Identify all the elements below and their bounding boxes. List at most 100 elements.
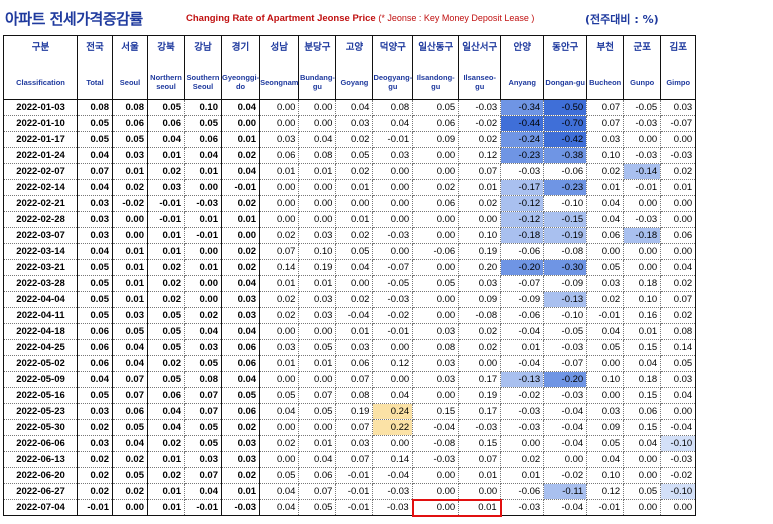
rate-cell: -0.04 xyxy=(543,435,588,452)
rate-cell: 0.02 xyxy=(458,339,502,356)
rate-cell: 0.09 xyxy=(458,291,502,308)
rate-cell: 0.15 xyxy=(412,403,460,420)
rate-cell: 0.03 xyxy=(372,147,414,164)
rate-cell: 0.05 xyxy=(112,419,148,436)
table-row: 2022-03-07 0.03 0.00 0.01 -0.01 0.00 0.02 0.03 0… xyxy=(3,227,697,244)
rate-cell: 0.01 xyxy=(112,243,148,260)
rate-cell: 0.00 xyxy=(298,371,337,388)
rate-cell: -0.01 xyxy=(147,211,185,228)
rate-cell: 0.02 xyxy=(147,291,185,308)
rate-cell: 0.05 xyxy=(298,403,337,420)
rate-cell: 0.05 xyxy=(660,355,697,372)
rate-cell: 0.03 xyxy=(458,275,502,292)
rate-cell: 0.06 xyxy=(220,339,261,356)
rate-cell: 0.00 xyxy=(112,499,148,516)
rate-cell: 0.00 xyxy=(259,419,300,436)
rate-cell: 0.06 xyxy=(335,355,374,372)
row-date: 2022-05-02 xyxy=(3,355,78,372)
rate-cell: 0.02 xyxy=(220,467,261,484)
rate-cell: -0.01 xyxy=(623,179,662,196)
rate-cell: 0.01 xyxy=(259,355,300,372)
rate-cell: 0.03 xyxy=(335,115,374,132)
rate-cell: -0.20 xyxy=(500,259,545,276)
rate-cell: 0.03 xyxy=(660,99,697,116)
table-row: 2022-04-18 0.06 0.05 0.05 0.04 0.04 0.00 0.00 0.… xyxy=(3,323,697,340)
rate-cell: 0.01 xyxy=(298,163,337,180)
rate-cell: 0.00 xyxy=(660,403,697,420)
rate-cell: -0.03 xyxy=(500,163,545,180)
rate-cell: 0.07 xyxy=(112,371,148,388)
rate-cell: 0.04 xyxy=(586,451,625,468)
rate-cell: 0.01 xyxy=(500,467,545,484)
rate-cell: 0.00 xyxy=(623,451,662,468)
rate-cell: -0.07 xyxy=(543,355,588,372)
col-header-en: Dongan-gu xyxy=(543,65,588,100)
rate-cell: 0.02 xyxy=(335,131,374,148)
rate-cell: 0.03 xyxy=(77,403,113,420)
rate-cell: 0.01 xyxy=(623,323,662,340)
row-date: 2022-01-24 xyxy=(3,147,78,164)
rate-cell: 0.06 xyxy=(77,355,113,372)
rate-cell: 0.10 xyxy=(586,467,625,484)
rate-cell: 0.15 xyxy=(458,435,502,452)
table-row: 2022-06-13 0.02 0.02 0.01 0.03 0.03 0.00 0.04 0.… xyxy=(3,451,697,468)
rate-cell: -0.03 xyxy=(372,499,414,516)
rate-cell: 0.02 xyxy=(458,131,502,148)
rate-cell: 0.04 xyxy=(184,147,222,164)
rate-cell: 0.02 xyxy=(259,227,300,244)
rate-cell: 0.05 xyxy=(184,355,222,372)
rate-cell: 0.07 xyxy=(184,403,222,420)
rate-cell: 0.02 xyxy=(220,195,261,212)
rate-cell: 0.03 xyxy=(259,131,300,148)
rate-cell: 0.06 xyxy=(259,147,300,164)
rate-cell: 0.04 xyxy=(184,483,222,500)
rate-cell: 0.02 xyxy=(77,483,113,500)
rate-cell: 0.00 xyxy=(412,467,460,484)
rate-cell: 0.04 xyxy=(77,243,113,260)
rate-cell: 0.03 xyxy=(77,435,113,452)
rate-cell: 0.17 xyxy=(458,371,502,388)
rate-cell: 0.01 xyxy=(147,243,185,260)
rate-cell: -0.01 xyxy=(147,195,185,212)
rate-cell: 0.01 xyxy=(184,211,222,228)
rate-cell: 0.04 xyxy=(77,179,113,196)
rate-cell: 0.00 xyxy=(660,499,697,516)
rate-cell: 0.07 xyxy=(259,243,300,260)
rate-cell: 0.10 xyxy=(623,291,662,308)
rate-cell: 0.01 xyxy=(458,498,502,517)
unit-label: (전주대비 : %) xyxy=(585,13,659,26)
rate-cell: -0.03 xyxy=(372,291,414,308)
table-row: 2022-05-16 0.05 0.07 0.06 0.07 0.05 0.05 0.07 0.… xyxy=(3,387,697,404)
rate-cell: -0.10 xyxy=(660,483,697,500)
rate-cell: -0.08 xyxy=(412,435,460,452)
rate-cell: 0.15 xyxy=(623,387,662,404)
rate-cell: 0.00 xyxy=(586,355,625,372)
rate-cell: 0.01 xyxy=(335,323,374,340)
rate-cell: -0.02 xyxy=(458,115,502,132)
rate-cell: 0.02 xyxy=(660,275,697,292)
rate-cell: 0.00 xyxy=(412,259,460,276)
col-header-ko: 강북 xyxy=(147,35,185,66)
col-header-ko: 구분 xyxy=(3,35,78,66)
rate-cell: 0.05 xyxy=(586,339,625,356)
rate-cell: 0.03 xyxy=(112,307,148,324)
row-date: 2022-03-21 xyxy=(3,259,78,276)
table-row: 2022-05-09 0.04 0.07 0.05 0.08 0.04 0.00 0.00 0.… xyxy=(3,371,697,388)
rate-cell: 0.02 xyxy=(220,243,261,260)
rate-cell: 0.00 xyxy=(184,243,222,260)
header-row-english: Classification Total Seoul Northern seoul So… xyxy=(3,65,697,100)
rate-cell: 0.01 xyxy=(298,435,337,452)
rate-cell: -0.05 xyxy=(543,323,588,340)
rate-cell: 0.08 xyxy=(298,147,337,164)
table-row: 2022-05-02 0.06 0.04 0.02 0.05 0.06 0.01 0.01 0.… xyxy=(3,355,697,372)
rate-cell: -0.08 xyxy=(458,307,502,324)
rate-cell: 0.00 xyxy=(259,371,300,388)
rate-cell: -0.70 xyxy=(543,115,588,132)
rate-cell: 0.00 xyxy=(412,227,460,244)
rate-cell: 0.19 xyxy=(458,243,502,260)
rate-cell: -0.06 xyxy=(500,307,545,324)
rate-cell: 0.00 xyxy=(412,483,460,500)
rate-cell: 0.09 xyxy=(412,131,460,148)
rate-cell: 0.14 xyxy=(259,259,300,276)
table-row: 2022-03-14 0.04 0.01 0.01 0.00 0.02 0.07 0.10 0.… xyxy=(3,243,697,260)
